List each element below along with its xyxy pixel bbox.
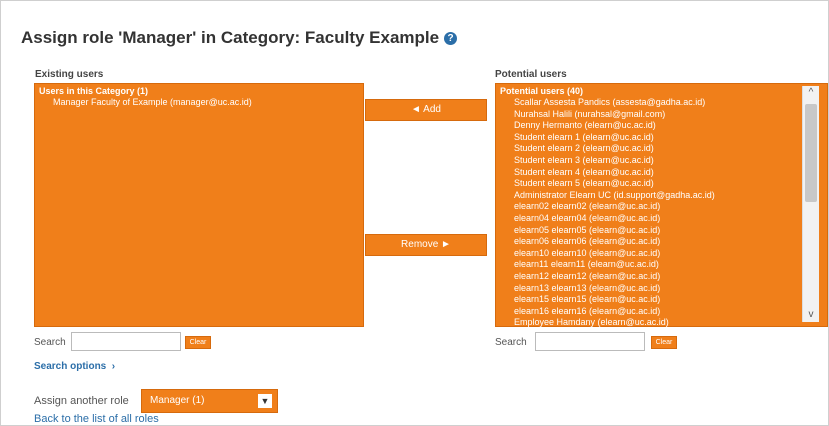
potential-user-option[interactable]: elearn16 elearn16 (elearn@uc.ac.id) [496, 306, 827, 318]
potential-user-option[interactable]: elearn04 elearn04 (elearn@uc.ac.id) [496, 213, 827, 225]
scroll-down-icon[interactable]: v [803, 308, 819, 322]
potential-users-list[interactable]: Potential users (40) Scallar Assesta Pan… [495, 83, 828, 327]
scroll-up-icon[interactable]: ^ [803, 86, 819, 100]
scrollbar-thumb[interactable] [805, 104, 817, 202]
existing-users-list[interactable]: Users in this Category (1) Manager Facul… [34, 83, 364, 327]
assign-another-role-value: Manager (1) [150, 395, 205, 406]
potential-users-label: Potential users [495, 69, 567, 80]
potential-user-option[interactable]: elearn05 elearn05 (elearn@uc.ac.id) [496, 225, 827, 237]
potential-user-option[interactable]: Employee Hamdany (elearn@uc.ac.id) [496, 317, 827, 329]
potential-user-option[interactable]: elearn06 elearn06 (elearn@uc.ac.id) [496, 236, 827, 248]
search-options-text: Search options [34, 361, 107, 372]
clear-button-potential[interactable]: Clear [651, 336, 677, 349]
existing-users-label: Existing users [35, 69, 104, 80]
page-title: Assign role 'Manager' in Category: Facul… [21, 28, 458, 48]
existing-user-option[interactable]: Manager Faculty of Example (manager@uc.a… [35, 97, 363, 109]
page-title-text: Assign role 'Manager' in Category: Facul… [21, 28, 440, 47]
chevron-down-icon[interactable]: ▼ [258, 394, 272, 408]
search-label-potential: Search [495, 337, 527, 348]
add-button[interactable]: ◄ Add [365, 99, 487, 121]
search-input-potential[interactable] [535, 332, 645, 351]
clear-button-existing[interactable]: Clear [185, 336, 211, 349]
potential-user-option[interactable]: elearn10 elearn10 (elearn@uc.ac.id) [496, 248, 827, 260]
potential-users-group: Potential users (40) [500, 86, 584, 96]
search-options-link[interactable]: Search options › [34, 361, 115, 372]
potential-user-option[interactable]: Denny Hermanto (elearn@uc.ac.id) [496, 120, 827, 132]
existing-users-group: Users in this Category (1) [39, 86, 149, 96]
potential-user-option[interactable]: Administrator Elearn UC (id.support@gadh… [496, 190, 827, 202]
potential-user-option[interactable]: elearn15 elearn15 (elearn@uc.ac.id) [496, 294, 827, 306]
potential-user-option[interactable]: elearn11 elearn11 (elearn@uc.ac.id) [496, 259, 827, 271]
potential-user-option[interactable]: Nurahsal Halili (nurahsal@gmail.com) [496, 109, 827, 121]
potential-user-option[interactable]: Student elearn 3 (elearn@uc.ac.id) [496, 155, 827, 167]
potential-user-option[interactable]: Student elearn 5 (elearn@uc.ac.id) [496, 178, 827, 190]
search-label-existing: Search [34, 337, 66, 348]
assign-another-role-label: Assign another role [34, 395, 129, 407]
potential-user-option[interactable]: elearn02 elearn02 (elearn@uc.ac.id) [496, 201, 827, 213]
help-icon[interactable]: ? [444, 31, 458, 45]
page-frame: Assign role 'Manager' in Category: Facul… [0, 0, 829, 426]
back-to-roles-link[interactable]: Back to the list of all roles [34, 413, 159, 425]
potential-user-option[interactable]: Student elearn 4 (elearn@uc.ac.id) [496, 167, 827, 179]
potential-user-option[interactable]: Student elearn 1 (elearn@uc.ac.id) [496, 132, 827, 144]
potential-user-option[interactable]: Student elearn 2 (elearn@uc.ac.id) [496, 143, 827, 155]
assign-another-role-select[interactable]: Manager (1) ▼ [141, 389, 278, 413]
search-input-existing[interactable] [71, 332, 181, 351]
chevron-right-icon: › [109, 361, 116, 372]
potential-user-option[interactable]: elearn13 elearn13 (elearn@uc.ac.id) [496, 283, 827, 295]
potential-user-option[interactable]: elearn12 elearn12 (elearn@uc.ac.id) [496, 271, 827, 283]
remove-button[interactable]: Remove ► [365, 234, 487, 256]
potential-users-scrollbar[interactable]: ^ v [802, 86, 819, 322]
potential-user-option[interactable]: Scallar Assesta Pandics (assesta@gadha.a… [496, 97, 827, 109]
